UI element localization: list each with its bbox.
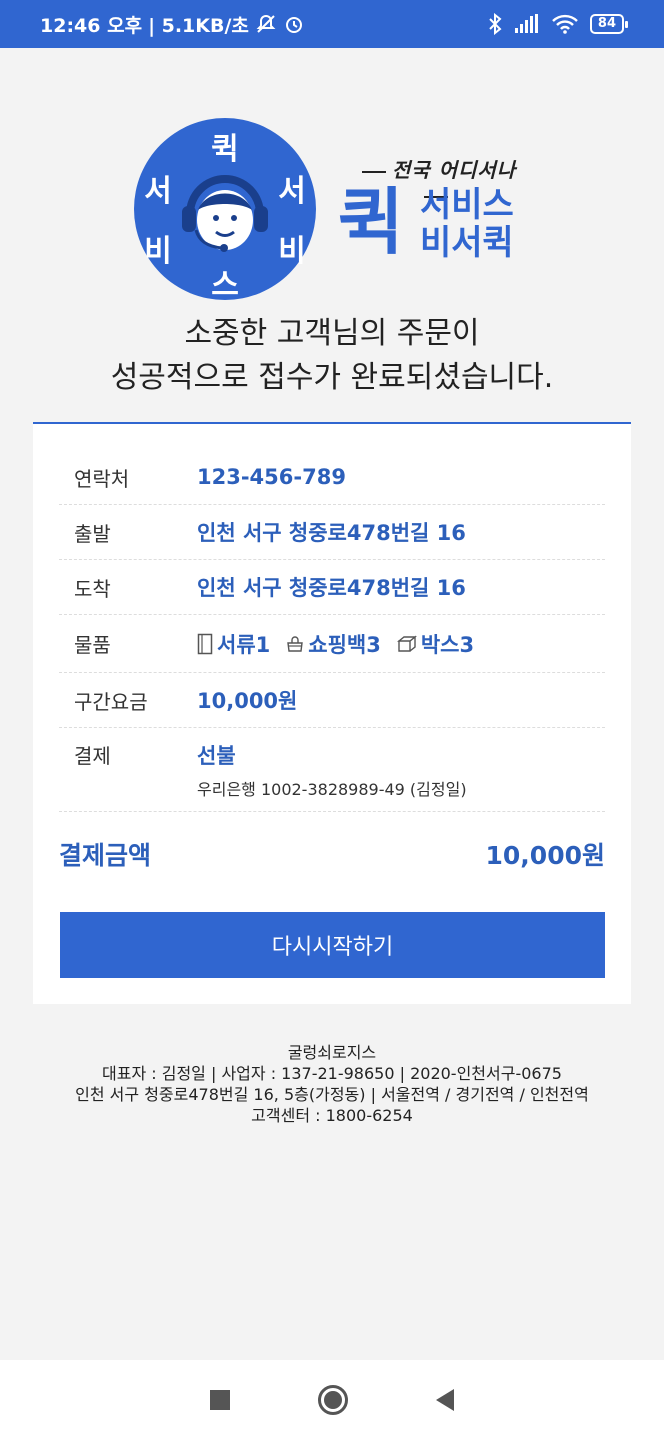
- item-box: 박스3: [396, 629, 475, 659]
- order-summary-card: 연락처 123-456-789 출발 인천 서구 청중로478번길 16 도착 …: [33, 422, 631, 1004]
- signal-icon: [514, 14, 540, 34]
- headset-person-icon: [182, 175, 268, 252]
- departure-value: 인천 서구 청중로478번길 16: [197, 521, 466, 545]
- wifi-icon: [552, 14, 578, 34]
- total-label: 결제금액: [59, 841, 152, 870]
- alarm-icon: [283, 13, 305, 35]
- logo-circle: 퀵 서 서 비 비 스: [134, 118, 316, 303]
- logo-char-left-top: 서: [144, 174, 172, 209]
- items-row: 물품 서류1 쇼핑백3 박스3: [59, 615, 605, 673]
- footer-line-2: 인천 서구 청중로478번길 16, 5층(가정동) | 서울전역 / 경기전역…: [75, 1085, 589, 1104]
- mute-bell-icon: [255, 13, 277, 35]
- logo-line-2: 비서퀵: [420, 223, 514, 263]
- status-bar: 12:46 오후 | 5.1KB/초 84: [0, 0, 664, 48]
- departure-row: 출발 인천 서구 청중로478번길 16: [59, 505, 605, 560]
- footer-line-3: 고객센터 : 1800-6254: [251, 1106, 413, 1125]
- bluetooth-icon: [488, 13, 502, 35]
- contact-row: 연락처 123-456-789: [59, 450, 605, 505]
- fare-label: 구간요금: [74, 689, 148, 714]
- company-footer: 굴렁쇠로지스 대표자 : 김정일 | 사업자 : 137-21-98650 | …: [0, 1042, 664, 1126]
- item-shopping-bag-text: 쇼핑백3: [308, 632, 381, 657]
- fare-row: 구간요금 10,000원: [59, 673, 605, 728]
- footer-company: 굴렁쇠로지스: [287, 1043, 377, 1062]
- completion-message: 소중한 고객님의 주문이 성공적으로 접수가 완료되셨습니다.: [0, 312, 664, 400]
- logo-char-left-bottom: 비: [144, 234, 172, 269]
- items-label: 물품: [74, 633, 111, 657]
- item-shopping-bag: 쇼핑백3: [286, 629, 381, 659]
- contact-value: 123-456-789: [197, 465, 346, 489]
- box-icon: [396, 635, 417, 652]
- logo-big-char: 퀵: [338, 180, 405, 264]
- logo-char-top: 퀵: [211, 132, 239, 167]
- total-value: 10,000원: [485, 841, 605, 870]
- arrival-value: 인천 서구 청중로478번길 16: [197, 576, 466, 600]
- restart-button[interactable]: 다시시작하기: [60, 912, 605, 978]
- system-nav-bar: [0, 1360, 664, 1440]
- item-document-text: 서류1: [217, 632, 271, 657]
- contact-label: 연락처: [74, 466, 130, 491]
- arrival-row: 도착 인천 서구 청중로478번길 16: [59, 560, 605, 615]
- completion-line-1: 소중한 고객님의 주문이: [184, 316, 480, 351]
- arrival-label: 도착: [74, 576, 111, 601]
- payment-label: 결제: [74, 744, 111, 768]
- logo-char-bottom: 스: [211, 268, 239, 303]
- home-icon[interactable]: [318, 1385, 348, 1415]
- document-icon: [197, 633, 213, 654]
- back-icon[interactable]: [436, 1389, 454, 1411]
- logo-char-right-bottom: 비: [278, 234, 306, 269]
- footer-line-1: 대표자 : 김정일 | 사업자 : 137-21-98650 | 2020-인천…: [102, 1064, 562, 1083]
- total-amount-row: 결제금액 10,000원: [59, 836, 605, 872]
- logo-char-right-top: 서: [278, 174, 306, 209]
- shopping-bag-icon: [287, 635, 304, 652]
- item-box-text: 박스3: [420, 632, 475, 657]
- completion-line-2: 성공적으로 접수가 완료되셨습니다.: [110, 360, 554, 395]
- logo-brand-text: 서비스 비서퀵: [420, 186, 514, 262]
- payment-account: 우리은행 1002-3828989-49 (김정일): [197, 780, 467, 799]
- battery-icon: 84: [589, 14, 629, 34]
- payment-row: 결제 선불 우리은행 1002-3828989-49 (김정일): [59, 728, 605, 812]
- logo-line-1: 서비스: [420, 185, 514, 225]
- departure-label: 출발: [74, 521, 111, 546]
- payment-value: 선불: [197, 744, 236, 768]
- status-net-speed: | 5.1KB/초: [148, 14, 249, 37]
- brand-logo: 퀵 서 서 비 비 스 전국 어디서나 퀵 서비스 비서퀵: [0, 112, 664, 303]
- item-document: 서류1: [197, 629, 270, 659]
- recent-apps-icon[interactable]: [210, 1390, 230, 1410]
- fare-value: 10,000원: [197, 689, 298, 713]
- status-time: 12:46 오후: [40, 14, 143, 37]
